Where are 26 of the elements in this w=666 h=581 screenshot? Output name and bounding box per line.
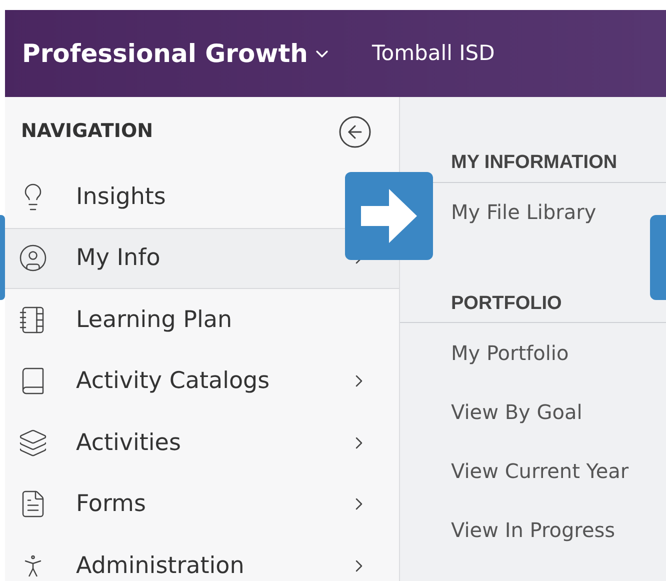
right-arrow-icon [361, 189, 417, 243]
nav-label: My Info [76, 244, 162, 273]
nav-item[interactable]: My Info [5, 228, 399, 289]
nav-item[interactable]: Forms [5, 474, 399, 535]
sidebar-heading: NAVIGATION [21, 119, 153, 144]
nav-item[interactable]: Activities [5, 412, 399, 474]
nav-item[interactable]: Administration [5, 535, 399, 581]
nav-item[interactable]: Activity Catalogs [5, 350, 399, 412]
submenu-link[interactable]: My Portfolio [451, 338, 569, 368]
district-name: Tomball ISD [372, 40, 495, 67]
nav-label: Administration [76, 552, 246, 580]
nav-label: Forms [76, 490, 147, 519]
submenu-link[interactable]: View By Goal [451, 396, 582, 426]
submenu-link[interactable]: View Current Year [451, 456, 629, 486]
nav-label: Activity Catalogs [76, 367, 271, 396]
product-menu[interactable]: Professional Growth [22, 34, 332, 72]
collapse-icon[interactable] [337, 114, 373, 150]
person-circle-icon [18, 243, 48, 274]
nav-item[interactable]: Insights [5, 166, 399, 228]
nav-label: Activities [76, 428, 182, 458]
nav-label: Learning Plan [76, 306, 234, 334]
nav-item[interactable]: Learning Plan [5, 289, 399, 350]
layers-icon [18, 428, 48, 458]
submenu-link[interactable]: My File Library [451, 197, 596, 227]
nav-label: Insights [76, 182, 167, 212]
submenu-link[interactable]: View In Progress [451, 514, 616, 544]
